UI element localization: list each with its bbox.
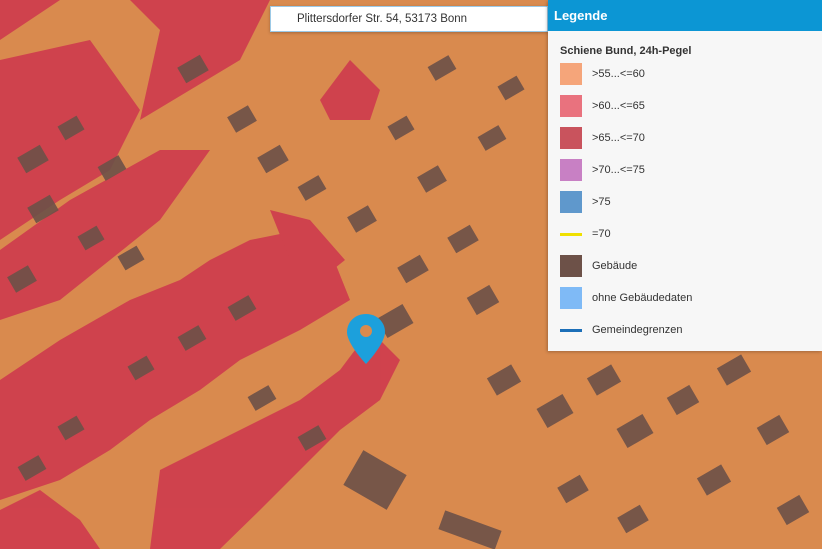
legend-item: >55...<=60 (560, 63, 645, 85)
legend-item: =70 (560, 223, 611, 245)
legend-item-label: >65...<=70 (592, 132, 645, 144)
legend-item: >70...<=75 (560, 159, 645, 181)
legend-item: >65...<=70 (560, 127, 645, 149)
legend-subtitle: Schiene Bund, 24h-Pegel (560, 45, 692, 57)
legend-swatch (560, 328, 582, 332)
legend-swatch (560, 63, 582, 85)
legend-item-label: ohne Gebäudedaten (592, 292, 693, 304)
legend-item-label: >75 (592, 196, 611, 208)
legend-swatch (560, 232, 582, 236)
legend-swatch (560, 191, 582, 213)
legend-swatch (560, 95, 582, 117)
legend-item-label: >55...<=60 (592, 68, 645, 80)
legend-panel: Legende Schiene Bund, 24h-Pegel >55...<=… (548, 0, 822, 351)
legend-item: Gebäude (560, 255, 637, 277)
legend-item-label: Gemeindegrenzen (592, 324, 683, 336)
legend-item: >60...<=65 (560, 95, 645, 117)
legend-item: Gemeindegrenzen (560, 319, 683, 341)
legend-item-label: >70...<=75 (592, 164, 645, 176)
legend-item-label: =70 (592, 228, 611, 240)
legend-swatch (560, 255, 582, 277)
address-search-value: Plittersdorfer Str. 54, 53173 Bonn (297, 13, 468, 25)
legend-item: ohne Gebäudedaten (560, 287, 692, 309)
legend-item-label: >60...<=65 (592, 100, 645, 112)
legend-swatch (560, 127, 582, 149)
legend-swatch (560, 159, 582, 181)
legend-item: >75 (560, 191, 611, 213)
legend-swatch (560, 287, 582, 309)
address-search-field[interactable]: Plittersdorfer Str. 54, 53173 Bonn (270, 6, 548, 32)
legend-title[interactable]: Legende (548, 0, 822, 31)
legend-item-label: Gebäude (592, 260, 638, 272)
